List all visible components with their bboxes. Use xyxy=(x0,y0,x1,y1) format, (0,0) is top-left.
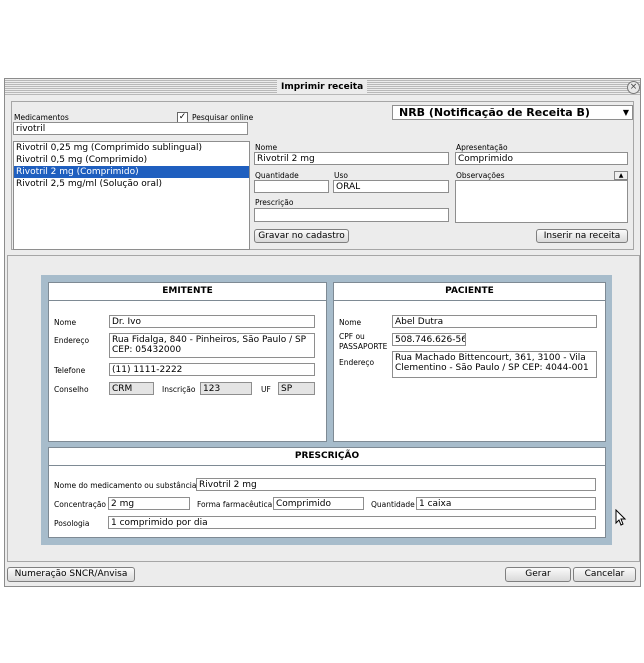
nome-field[interactable]: Rivotril 2 mg xyxy=(254,152,449,165)
quantidade-label: Quantidade xyxy=(255,171,299,180)
gravar-no-cadastro-button[interactable]: Gravar no cadastro xyxy=(254,229,349,243)
medication-result-item[interactable]: Rivotril 0,25 mg (Comprimido sublingual) xyxy=(14,142,249,154)
apresentacao-field[interactable]: Comprimido xyxy=(455,152,628,165)
medication-panel: Medicamentos ✓ Pesquisar online rivotril… xyxy=(11,101,634,250)
prescricao-concentracao-field[interactable]: 2 mg xyxy=(108,497,190,510)
paciente-nome-field[interactable]: Abel Dutra xyxy=(392,315,597,328)
emitente-inscricao-field[interactable]: 123 xyxy=(200,382,252,395)
emitente-uf-field[interactable]: SP xyxy=(278,382,315,395)
emitente-endereco-label: Endereço xyxy=(54,336,90,345)
medication-search-input[interactable]: rivotril xyxy=(13,122,248,135)
medication-result-item[interactable]: Rivotril 2 mg (Comprimido) xyxy=(14,166,249,178)
prescricao-heading: PRESCRIÇÃO xyxy=(49,448,605,466)
prescricao-box: PRESCRIÇÃO Nome do medicamento ou substâ… xyxy=(48,447,606,538)
nome-label: Nome xyxy=(255,143,278,152)
emitente-inscricao-label: Inscrição xyxy=(162,385,196,394)
emitente-nome-label: Nome xyxy=(54,318,77,327)
emitente-nome-field[interactable]: Dr. Ivo xyxy=(109,315,315,328)
paciente-heading: PACIENTE xyxy=(334,283,605,301)
uso-label: Uso xyxy=(334,171,348,180)
prescricao-label: Prescrição xyxy=(255,198,294,207)
close-icon[interactable]: × xyxy=(627,81,640,94)
numeracao-sncr-anvisa-button[interactable]: Numeração SNCR/Anvisa xyxy=(7,567,135,582)
prescricao-nome-field[interactable]: Rivotril 2 mg xyxy=(196,478,596,491)
gerar-button[interactable]: Gerar xyxy=(505,567,571,582)
paciente-endereco-label: Endereço xyxy=(339,358,375,367)
receipt-form: EMITENTE Nome Dr. Ivo Endereço Rua Fidal… xyxy=(41,275,612,545)
receita-type-value: NRB (Notificação de Receita B) xyxy=(399,106,590,119)
cancelar-button[interactable]: Cancelar xyxy=(573,567,636,582)
prescricao-posologia-label: Posologia xyxy=(54,519,90,528)
emitente-heading: EMITENTE xyxy=(49,283,326,301)
emitente-telefone-field[interactable]: (11) 1111-2222 xyxy=(109,363,315,376)
observacoes-expand-icon[interactable]: ▲ xyxy=(614,171,628,180)
prescricao-concentracao-label: Concentração xyxy=(54,500,106,509)
uso-field[interactable]: ORAL xyxy=(333,180,449,193)
mouse-cursor-icon xyxy=(615,508,627,530)
inserir-na-receita-button[interactable]: Inserir na receita xyxy=(536,229,628,243)
apresentacao-label: Apresentação xyxy=(456,143,508,152)
paciente-endereco-field[interactable]: Rua Machado Bittencourt, 361, 3100 - Vil… xyxy=(392,351,597,378)
title-bar[interactable]: Imprimir receita × xyxy=(5,79,640,95)
emitente-conselho-label: Conselho xyxy=(54,385,89,394)
chevron-down-icon[interactable]: ▼ xyxy=(623,106,629,119)
prescricao-quantidade-field[interactable]: 1 caixa xyxy=(416,497,596,510)
pesquisar-online-label: Pesquisar online xyxy=(192,113,254,122)
medication-result-item[interactable]: Rivotril 0,5 mg (Comprimido) xyxy=(14,154,249,166)
prescricao-posologia-field[interactable]: 1 comprimido por dia xyxy=(108,516,596,529)
receita-type-select[interactable]: NRB (Notificação de Receita B) ▼ xyxy=(392,105,633,120)
prescricao-quantidade-label: Quantidade xyxy=(371,500,415,509)
paciente-cpf-label-1: CPF ou xyxy=(339,332,365,341)
window-title: Imprimir receita xyxy=(277,80,368,94)
observacoes-field[interactable] xyxy=(455,180,628,223)
prescricao-forma-field[interactable]: Comprimido xyxy=(273,497,364,510)
paciente-box: PACIENTE Nome Abel Dutra CPF ou PASSAPOR… xyxy=(333,282,606,442)
emitente-telefone-label: Telefone xyxy=(54,366,86,375)
emitente-uf-label: UF xyxy=(261,385,271,394)
emitente-conselho-field[interactable]: CRM xyxy=(109,382,154,395)
medication-results-list[interactable]: Rivotril 0,25 mg (Comprimido sublingual)… xyxy=(13,141,250,250)
prescricao-field[interactable] xyxy=(254,208,449,222)
emitente-endereco-field[interactable]: Rua Fidalga, 840 - Pinheiros, São Paulo … xyxy=(109,333,315,358)
medicamentos-label: Medicamentos xyxy=(14,113,69,122)
quantidade-field[interactable] xyxy=(254,180,329,193)
paciente-cpf-field[interactable]: 508.746.626-56 xyxy=(392,333,466,346)
medication-result-item[interactable]: Rivotril 2,5 mg/ml (Solução oral) xyxy=(14,178,249,190)
prescricao-forma-label: Forma farmacêutica xyxy=(197,500,273,509)
paciente-cpf-label-2: PASSAPORTE xyxy=(339,342,388,351)
paciente-nome-label: Nome xyxy=(339,318,362,327)
imprimir-receita-dialog: Imprimir receita × Medicamentos ✓ Pesqui… xyxy=(4,78,641,587)
emitente-box: EMITENTE Nome Dr. Ivo Endereço Rua Fidal… xyxy=(48,282,327,442)
prescricao-nome-label: Nome do medicamento ou substância xyxy=(54,481,197,490)
observacoes-label: Observações xyxy=(456,171,505,180)
